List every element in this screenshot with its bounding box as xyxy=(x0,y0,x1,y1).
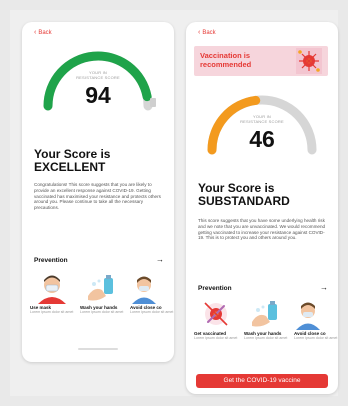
gauge-caption-line2: RESISTANCE SCORE xyxy=(240,119,284,124)
virus-icon xyxy=(296,48,322,74)
result-heading: Your Score is EXCELLENT xyxy=(34,148,164,174)
result-description: Congratulations! This score suggests tha… xyxy=(34,182,161,211)
heading-line2: EXCELLENT xyxy=(34,160,106,174)
prevention-card-vaccinate[interactable]: Get vaccinated Lorem ipsum dolor sit ame… xyxy=(194,300,238,340)
hand-wash-icon xyxy=(88,275,113,301)
prevention-header: Prevention → xyxy=(34,256,164,264)
card-subtext: Lorem ipsum dolor sit amet xyxy=(30,310,74,314)
result-heading: Your Score is SUBSTANDARD xyxy=(198,182,328,208)
back-label: Back xyxy=(202,30,216,36)
vaccination-banner: Vaccination is recommended xyxy=(194,46,328,76)
gauge-caption: YOUR IN RESISTANCE SCORE xyxy=(198,114,326,124)
result-description: This score suggests that you have some u… xyxy=(198,218,326,241)
card-subtext: Lorem ipsum dolor sit amet xyxy=(130,310,174,314)
scroll-indicator xyxy=(78,348,118,350)
score-value: 46 xyxy=(249,126,275,152)
prevention-title: Prevention xyxy=(198,284,232,292)
score-value: 94 xyxy=(85,82,111,108)
prevention-header: Prevention → xyxy=(198,284,328,292)
back-label: Back xyxy=(38,30,52,36)
vaccine-icon xyxy=(204,302,228,326)
person-distance-icon xyxy=(132,276,156,304)
score-gauge: YOUR IN RESISTANCE SCORE 46 xyxy=(198,86,326,156)
substandard-score-screen: ‹ Back Vaccination is recommended YOUR I… xyxy=(186,22,338,394)
person-distance-icon xyxy=(296,302,320,330)
prevention-title: Prevention xyxy=(34,256,68,264)
arrow-right-icon[interactable]: → xyxy=(320,284,328,292)
card-subtext: Lorem ipsum dolor sit amet xyxy=(194,336,238,340)
back-button[interactable]: ‹ Back xyxy=(198,29,216,36)
heading-line2: SUBSTANDARD xyxy=(198,194,290,208)
card-subtext: Lorem ipsum dolor sit amet xyxy=(244,336,288,340)
prevention-card-distance[interactable]: Avoid close co Lorem ipsum dolor sit ame… xyxy=(294,300,338,340)
prevention-card-wash[interactable]: Wash your hands Lorem ipsum dolor sit am… xyxy=(80,274,124,314)
excellent-score-screen: ‹ Back YOUR IN RESISTANCE SCORE 94 Your … xyxy=(22,22,174,362)
prevention-card-wash[interactable]: Wash your hands Lorem ipsum dolor sit am… xyxy=(244,300,288,340)
prevention-cards: Get vaccinated Lorem ipsum dolor sit ame… xyxy=(194,300,338,340)
gauge-caption: YOUR IN RESISTANCE SCORE xyxy=(34,70,162,80)
showcase-frame: ‹ Back YOUR IN RESISTANCE SCORE 94 Your … xyxy=(10,10,338,396)
hand-wash-icon xyxy=(252,301,277,327)
banner-text: Vaccination is recommended xyxy=(200,51,252,69)
gauge-caption-line2: RESISTANCE SCORE xyxy=(76,75,120,80)
card-subtext: Lorem ipsum dolor sit amet xyxy=(80,310,124,314)
get-vaccine-button[interactable]: Get the COVID-19 vaccine xyxy=(196,374,328,388)
prevention-card-distance[interactable]: Avoid close co Lorem ipsum dolor sit ame… xyxy=(130,274,174,314)
score-gauge: YOUR IN RESISTANCE SCORE 94 xyxy=(34,42,162,112)
arrow-right-icon[interactable]: → xyxy=(156,256,164,264)
chevron-left-icon: ‹ xyxy=(34,29,37,36)
card-subtext: Lorem ipsum dolor sit amet xyxy=(294,336,338,340)
person-mask-icon xyxy=(38,275,66,304)
chevron-left-icon: ‹ xyxy=(198,29,201,36)
prevention-card-mask[interactable]: Use mask Lorem ipsum dolor sit amet xyxy=(30,274,74,314)
back-button[interactable]: ‹ Back xyxy=(34,29,52,36)
prevention-cards: Use mask Lorem ipsum dolor sit amet Wash… xyxy=(30,274,174,314)
